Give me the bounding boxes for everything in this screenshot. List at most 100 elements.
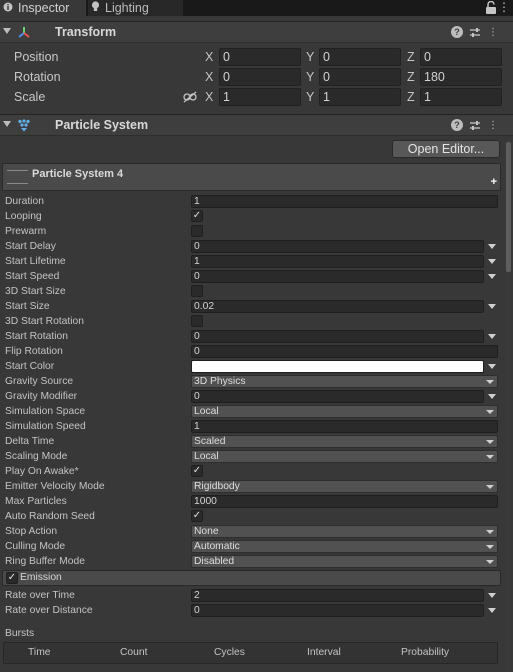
3d-start-rotation-checkbox[interactable] <box>191 315 203 327</box>
curve-mode-dropdown-icon[interactable] <box>488 394 496 399</box>
axis-x-label[interactable]: X <box>205 90 213 104</box>
scale-x-field[interactable]: 1 <box>219 88 301 106</box>
foldout-arrow-icon[interactable] <box>3 28 11 34</box>
duration-field[interactable]: 1 <box>191 195 498 208</box>
3d-start-size-checkbox[interactable] <box>191 285 203 297</box>
start-rotation-field[interactable]: 0 <box>191 330 484 343</box>
ring-buffer-mode-value: Disabled <box>194 556 235 567</box>
axis-z-label[interactable]: Z <box>407 70 415 84</box>
3d-start-rotation-label: 3D Start Rotation <box>5 316 84 327</box>
tab-inspector[interactable]: Inspector <box>0 0 86 16</box>
start-delay-value: 0 <box>194 241 200 252</box>
tab-lighting[interactable]: Lighting <box>88 0 183 16</box>
curve-mode-dropdown-icon[interactable] <box>488 244 496 249</box>
gravity-source-dropdown[interactable]: 3D Physics <box>191 375 498 388</box>
3d-start-rotation-row: 3D Start Rotation <box>0 314 513 329</box>
scale-z-field[interactable]: 1 <box>420 88 502 106</box>
start-delay-field[interactable]: 0 <box>191 240 484 253</box>
position-x-field[interactable]: 0 <box>219 48 301 66</box>
particle-system-header[interactable]: Particle System ? ⋮ <box>0 114 513 136</box>
help-icon[interactable]: ? <box>451 119 463 131</box>
axis-z-label[interactable]: Z <box>407 50 415 64</box>
axis-y-label[interactable]: Y <box>306 50 314 64</box>
delta-time-row: Delta Time Scaled <box>0 434 513 449</box>
dropdown-arrow-icon <box>486 530 494 534</box>
preset-icon[interactable] <box>469 26 481 38</box>
ring-buffer-mode-dropdown[interactable]: Disabled <box>191 555 498 568</box>
transform-header[interactable]: Transform ? ⋮ <box>0 21 513 43</box>
curve-mode-dropdown-icon[interactable] <box>488 304 496 309</box>
max-particles-label: Max Particles <box>5 496 67 507</box>
3d-start-size-row: 3D Start Size <box>0 284 513 299</box>
delta-time-value: Scaled <box>194 436 226 447</box>
simulation-speed-field[interactable]: 1 <box>191 420 498 433</box>
axis-x-label[interactable]: X <box>205 50 213 64</box>
scale-y-field[interactable]: 1 <box>319 88 401 106</box>
tab-label: Lighting <box>105 1 149 15</box>
rate-over-time-field[interactable]: 2 <box>191 589 484 602</box>
start-lifetime-field[interactable]: 1 <box>191 255 484 268</box>
curve-mode-dropdown-icon[interactable] <box>488 259 496 264</box>
axis-y-label[interactable]: Y <box>306 70 314 84</box>
emission-enabled-checkbox[interactable]: ✓ <box>6 572 18 584</box>
constrain-proportions-icon[interactable] <box>183 91 197 103</box>
position-z-field[interactable]: 0 <box>420 48 502 66</box>
rate-over-distance-field[interactable]: 0 <box>191 604 484 617</box>
rotation-z-field[interactable]: 180 <box>420 68 502 86</box>
simulation-space-dropdown[interactable]: Local <box>191 405 498 418</box>
rotation-x-field[interactable]: 0 <box>219 68 301 86</box>
more-options-icon[interactable]: ⋮ <box>487 119 499 131</box>
start-lifetime-label: Start Lifetime <box>5 256 66 267</box>
transform-icon <box>18 27 30 38</box>
preset-icon[interactable] <box>469 119 481 131</box>
play-on-awake-checkbox[interactable]: ✓ <box>191 465 203 477</box>
curve-mode-dropdown-icon[interactable] <box>488 334 496 339</box>
play-on-awake-row: Play On Awake* ✓ <box>0 464 513 479</box>
curve-mode-dropdown-icon[interactable] <box>488 608 496 613</box>
emission-module-header[interactable]: ✓ Emission <box>2 570 501 586</box>
rotation-y-field[interactable]: 0 <box>319 68 401 86</box>
start-delay-row: Start Delay 0 <box>0 239 513 254</box>
culling-mode-dropdown[interactable]: Automatic <box>191 540 498 553</box>
add-module-icon[interactable]: + <box>491 176 497 188</box>
main-module-header[interactable]: Particle System 4 + <box>2 163 501 191</box>
lock-icon[interactable] <box>485 1 497 14</box>
max-particles-field[interactable]: 1000 <box>191 495 498 508</box>
gravity-modifier-field[interactable]: 0 <box>191 390 484 403</box>
foldout-arrow-icon[interactable] <box>3 121 11 127</box>
start-color-color-field[interactable] <box>191 360 484 373</box>
culling-mode-label: Culling Mode <box>5 541 66 552</box>
dropdown-arrow-icon <box>486 485 494 489</box>
bursts-column-probability: Probability <box>401 647 450 658</box>
bursts-table[interactable]: Time Count Cycles Interval Probability <box>3 642 498 664</box>
curve-mode-dropdown-icon[interactable] <box>488 274 496 279</box>
color-mode-dropdown-icon[interactable] <box>488 364 496 369</box>
help-icon[interactable]: ? <box>451 26 463 38</box>
position-y-field[interactable]: 0 <box>319 48 401 66</box>
prewarm-checkbox[interactable] <box>191 225 203 237</box>
module-swatch-icon <box>7 170 28 184</box>
start-rotation-label: Start Rotation <box>5 331 68 342</box>
delta-time-dropdown[interactable]: Scaled <box>191 435 498 448</box>
looping-checkbox[interactable]: ✓ <box>191 210 203 222</box>
particle-system-icon <box>18 119 30 132</box>
auto-random-seed-checkbox[interactable]: ✓ <box>191 510 203 522</box>
stop-action-dropdown[interactable]: None <box>191 525 498 538</box>
emitter-velocity-mode-dropdown[interactable]: Rigidbody <box>191 480 498 493</box>
start-speed-field[interactable]: 0 <box>191 270 484 283</box>
axis-x-label[interactable]: X <box>205 70 213 84</box>
axis-y-label[interactable]: Y <box>306 90 314 104</box>
open-editor-button[interactable]: Open Editor... <box>392 140 500 158</box>
start-lifetime-row: Start Lifetime 1 <box>0 254 513 269</box>
start-size-label: Start Size <box>5 301 50 312</box>
flip-rotation-field[interactable]: 0 <box>191 345 498 358</box>
scrollbar-thumb[interactable] <box>506 142 511 272</box>
scale-label: Scale <box>14 90 46 104</box>
curve-mode-dropdown-icon[interactable] <box>488 593 496 598</box>
ring-buffer-mode-row: Ring Buffer Mode Disabled <box>0 554 513 569</box>
more-options-icon[interactable]: ⋮ <box>498 1 510 14</box>
axis-z-label[interactable]: Z <box>407 90 415 104</box>
more-options-icon[interactable]: ⋮ <box>487 26 499 38</box>
scaling-mode-dropdown[interactable]: Local <box>191 450 498 463</box>
start-size-field[interactable]: 0.02 <box>191 300 484 313</box>
